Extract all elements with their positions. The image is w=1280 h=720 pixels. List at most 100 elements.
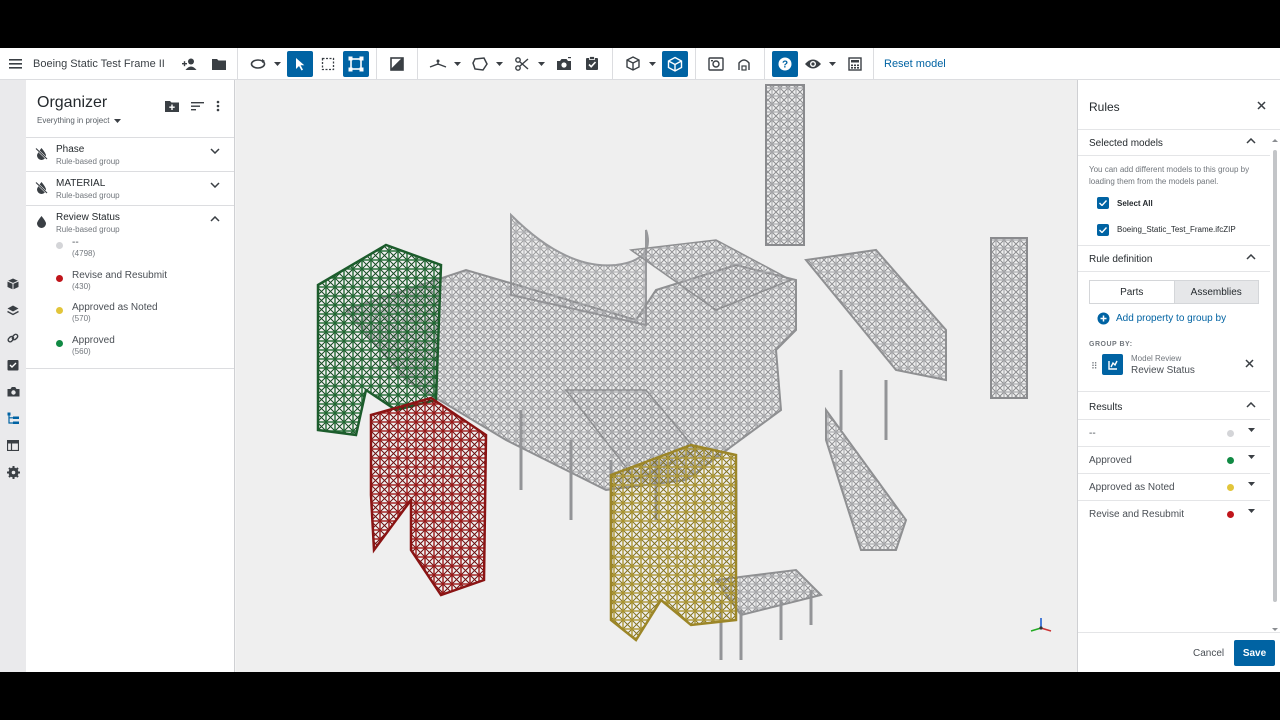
- revise-tower: [369, 396, 488, 597]
- rail-tasks-icon[interactable]: [0, 351, 26, 378]
- measure-caret-icon[interactable]: [452, 51, 462, 77]
- tab-assemblies[interactable]: Assemblies: [1173, 281, 1258, 303]
- toolbar-divider: [376, 48, 377, 80]
- caret-down-icon[interactable]: [1248, 455, 1255, 459]
- folder-icon[interactable]: [206, 51, 232, 77]
- cut-caret-icon[interactable]: [536, 51, 546, 77]
- group-by-item[interactable]: ⠿ Model Review Review Status: [1078, 354, 1270, 392]
- selected-models-header[interactable]: Selected models: [1078, 130, 1270, 156]
- orbit-icon[interactable]: [245, 51, 271, 77]
- calculator-icon[interactable]: [842, 51, 868, 77]
- close-icon[interactable]: [1257, 101, 1266, 110]
- more-options-icon[interactable]: [216, 100, 220, 112]
- rail-link-icon[interactable]: [0, 324, 26, 351]
- structure-model[interactable]: [236, 80, 1077, 672]
- legend-item[interactable]: Revise and Resubmit (430): [56, 270, 234, 300]
- rail-extensions-icon[interactable]: [0, 459, 26, 486]
- select-all-checkbox[interactable]: Select All: [1078, 190, 1270, 216]
- chevron-up-icon[interactable]: [1246, 402, 1256, 408]
- rules-scrollbar[interactable]: [1272, 138, 1278, 632]
- legend-count: (430): [72, 281, 91, 291]
- caret-down-icon[interactable]: [1248, 428, 1255, 432]
- shape-caret-icon[interactable]: [494, 51, 504, 77]
- cube-caret-icon[interactable]: [647, 51, 657, 77]
- task-icon[interactable]: [579, 51, 605, 77]
- rule-definition-header[interactable]: Rule definition: [1078, 246, 1270, 272]
- chevron-up-icon[interactable]: [1246, 254, 1256, 260]
- chevron-down-icon[interactable]: [210, 182, 220, 188]
- rail-layers-icon[interactable]: [0, 297, 26, 324]
- group-type: Rule-based group: [56, 191, 120, 200]
- result-row[interactable]: Revise and Resubmit: [1078, 501, 1270, 528]
- isometric-view-icon[interactable]: [662, 50, 688, 77]
- rules-panel: Rules Selected models You can add differ…: [1077, 80, 1280, 672]
- markup-icon[interactable]: [703, 51, 729, 77]
- scroll-thumb[interactable]: [1273, 150, 1277, 602]
- result-row[interactable]: Approved as Noted: [1078, 474, 1270, 501]
- color-swatch[interactable]: [1227, 511, 1234, 518]
- drag-handle-icon[interactable]: ⠿: [1091, 361, 1098, 372]
- result-row[interactable]: --: [1078, 420, 1270, 447]
- checkbox-checked-icon[interactable]: [1097, 223, 1109, 236]
- model-checkbox[interactable]: Boeing_Static_Test_Frame.ifcZIP: [1078, 216, 1270, 246]
- group-material[interactable]: MATERIAL Rule-based group: [26, 172, 234, 206]
- results-header[interactable]: Results: [1078, 394, 1270, 420]
- legend-name: Approved as Noted: [72, 302, 158, 313]
- scroll-up-icon[interactable]: [1272, 138, 1278, 143]
- save-button[interactable]: Save: [1234, 640, 1275, 666]
- group-review-status[interactable]: Review Status Rule-based group -- (4798)…: [26, 206, 234, 369]
- section-title: Rule definition: [1089, 254, 1153, 265]
- checkbox-checked-icon[interactable]: [1097, 197, 1109, 209]
- result-row[interactable]: Approved: [1078, 447, 1270, 474]
- color-swatch[interactable]: [1227, 484, 1234, 491]
- chevron-up-icon[interactable]: [1246, 138, 1256, 144]
- caret-down-icon[interactable]: [1248, 509, 1255, 513]
- rail-organizer-icon[interactable]: [0, 405, 26, 432]
- orbit-caret-icon[interactable]: [272, 51, 282, 77]
- group-by-name: Review Status: [1131, 365, 1195, 376]
- color-swatch[interactable]: [1227, 457, 1234, 464]
- caret-down-icon[interactable]: [1248, 482, 1255, 486]
- chevron-down-icon[interactable]: [210, 148, 220, 154]
- menu-icon[interactable]: [0, 48, 32, 80]
- box-select-icon[interactable]: [315, 51, 341, 77]
- visibility-caret-icon[interactable]: [827, 51, 837, 77]
- legend-item[interactable]: -- (4798): [56, 237, 234, 267]
- select-arrow-icon[interactable]: [287, 50, 313, 77]
- section-icon[interactable]: [384, 51, 410, 77]
- project-title[interactable]: Boeing Static Test Frame II: [33, 58, 178, 70]
- remove-icon[interactable]: [1245, 359, 1254, 368]
- add-user-icon[interactable]: [178, 51, 204, 77]
- visibility-eye-icon[interactable]: [800, 51, 826, 77]
- chevron-up-icon[interactable]: [210, 216, 220, 222]
- tab-parts[interactable]: Parts: [1090, 281, 1174, 303]
- toolbar-divider: [237, 48, 238, 80]
- add-property-button[interactable]: Add property to group by: [1078, 304, 1270, 325]
- sort-icon[interactable]: [191, 100, 204, 112]
- scope-selector[interactable]: Everything in project: [37, 116, 223, 125]
- color-swatch[interactable]: [1227, 430, 1234, 437]
- add-folder-icon[interactable]: [165, 100, 179, 112]
- toolbar-divider: [417, 48, 418, 80]
- fit-view-icon[interactable]: [343, 50, 369, 77]
- rail-models-icon[interactable]: [0, 270, 26, 297]
- organizer-actions: [165, 100, 220, 112]
- rail-camera-icon[interactable]: [0, 378, 26, 405]
- legend-item[interactable]: Approved as Noted (570): [56, 302, 234, 332]
- camera-icon[interactable]: [551, 51, 577, 77]
- group-phase[interactable]: Phase Rule-based group: [26, 138, 234, 172]
- approved-as-noted-tower: [609, 443, 738, 642]
- measure-icon[interactable]: [425, 51, 451, 77]
- shape-icon[interactable]: [467, 51, 493, 77]
- cancel-button[interactable]: Cancel: [1193, 648, 1224, 659]
- 3d-viewport[interactable]: [236, 80, 1077, 672]
- group-by-label: GROUP BY:: [1089, 341, 1133, 348]
- axis-gizmo[interactable]: [1030, 618, 1052, 632]
- tag-icon[interactable]: [731, 51, 757, 77]
- reset-model-link[interactable]: Reset model: [884, 58, 946, 70]
- legend-item[interactable]: Approved (560): [56, 335, 234, 365]
- rail-table-icon[interactable]: [0, 432, 26, 459]
- help-icon[interactable]: ?: [772, 50, 798, 77]
- cut-icon[interactable]: [509, 51, 535, 77]
- cube-icon[interactable]: [620, 51, 646, 77]
